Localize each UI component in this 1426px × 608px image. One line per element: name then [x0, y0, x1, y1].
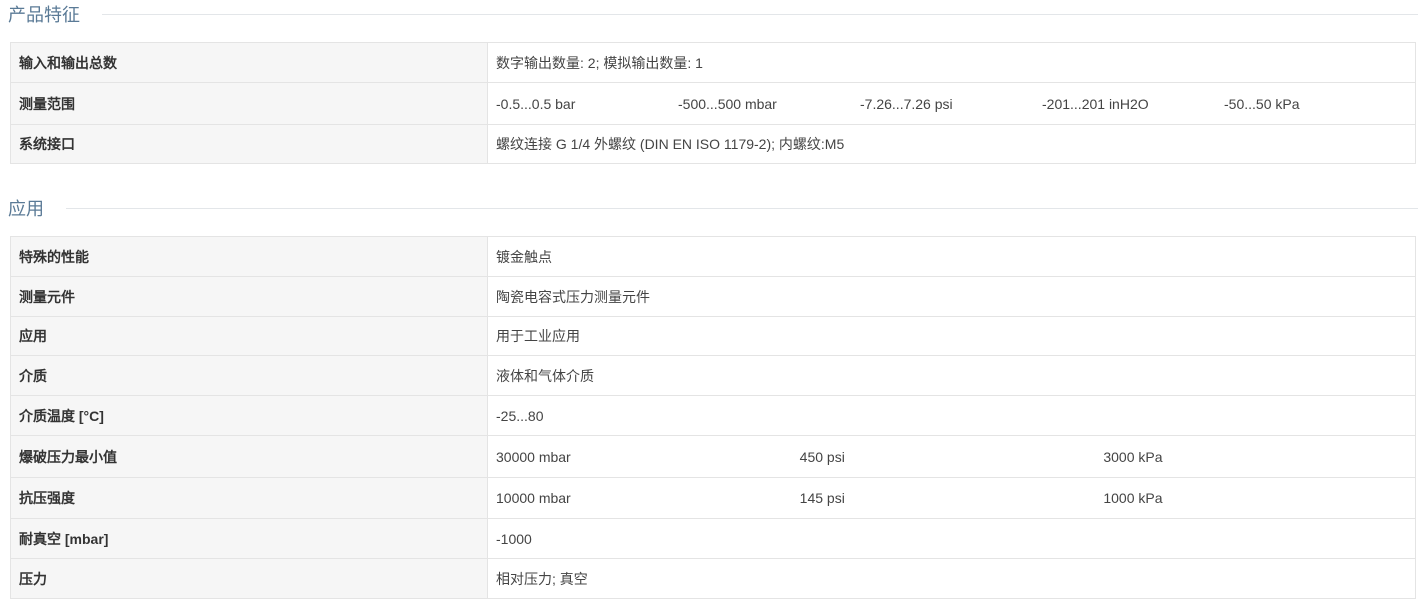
table-row: 测量范围 -0.5...0.5 bar -500...500 mbar -7.2…: [10, 82, 1416, 125]
table-row: 特殊的性能 镀金触点: [10, 236, 1416, 277]
row-label: 系统接口: [10, 124, 488, 164]
measurement-range-kpa: -50...50 kPa: [1224, 95, 1300, 112]
compressive-strength-psi: 145 psi: [799, 490, 845, 506]
section-title: 应用: [8, 199, 44, 219]
row-label: 耐真空 [mbar]: [10, 518, 488, 559]
measurement-range-psi: -7.26...7.26 psi: [860, 95, 953, 112]
row-label: 抗压强度: [10, 477, 488, 519]
row-value-multi: 10000 mbar 145 psi 1000 kPa: [487, 477, 1416, 519]
row-label: 应用: [10, 316, 488, 356]
table-row: 抗压强度 10000 mbar 145 psi 1000 kPa: [10, 477, 1416, 519]
measurement-range-inh2o: -201...201 inH2O: [1042, 95, 1149, 112]
compressive-strength-kpa: 1000 kPa: [1103, 490, 1163, 506]
section-divider: [66, 207, 1418, 209]
row-value-multi: -0.5...0.5 bar -500...500 mbar -7.26...7…: [487, 82, 1416, 125]
row-value: 陶瓷电容式压力测量元件: [487, 276, 1416, 317]
table-row: 介质 液体和气体介质: [10, 355, 1416, 396]
table-row: 耐真空 [mbar] -1000: [10, 518, 1416, 559]
row-value-multi: 30000 mbar 450 psi 3000 kPa: [487, 435, 1416, 478]
row-label: 测量元件: [10, 276, 488, 317]
table-row: 输入和输出总数 数字输出数量: 2; 模拟输出数量: 1: [10, 42, 1416, 83]
section-divider: [102, 13, 1418, 15]
row-label: 测量范围: [10, 82, 488, 125]
row-value: -25...80: [487, 395, 1416, 436]
spec-table-product-features: 输入和输出总数 数字输出数量: 2; 模拟输出数量: 1 测量范围 -0.5..…: [10, 42, 1416, 164]
table-row: 系统接口 螺纹连接 G 1/4 外螺纹 (DIN EN ISO 1179-2);…: [10, 124, 1416, 164]
measurement-range-bar: -0.5...0.5 bar: [496, 95, 576, 112]
burst-pressure-mbar: 30000 mbar: [496, 448, 571, 465]
table-row: 压力 相对压力; 真空: [10, 558, 1416, 599]
row-value: 数字输出数量: 2; 模拟输出数量: 1: [487, 42, 1416, 83]
table-row: 介质温度 [°C] -25...80: [10, 395, 1416, 436]
row-label: 输入和输出总数: [10, 42, 488, 83]
section-header-application: 应用: [8, 196, 1418, 220]
table-row: 测量元件 陶瓷电容式压力测量元件: [10, 276, 1416, 317]
row-value: 螺纹连接 G 1/4 外螺纹 (DIN EN ISO 1179-2); 内螺纹:…: [487, 124, 1416, 164]
compressive-strength-mbar: 10000 mbar: [496, 490, 571, 506]
measurement-range-mbar: -500...500 mbar: [678, 95, 777, 112]
row-value: 用于工业应用: [487, 316, 1416, 356]
row-value: -1000: [487, 518, 1416, 559]
spec-table-application: 特殊的性能 镀金触点 测量元件 陶瓷电容式压力测量元件 应用 用于工业应用 介质…: [10, 236, 1416, 599]
burst-pressure-kpa: 3000 kPa: [1103, 448, 1163, 465]
row-label: 压力: [10, 558, 488, 599]
row-value: 相对压力; 真空: [487, 558, 1416, 599]
row-value: 镀金触点: [487, 236, 1416, 277]
section-header-product-features: 产品特征: [8, 2, 1418, 26]
row-label: 介质: [10, 355, 488, 396]
row-value: 液体和气体介质: [487, 355, 1416, 396]
row-label: 爆破压力最小值: [10, 435, 488, 478]
table-row: 应用 用于工业应用: [10, 316, 1416, 356]
row-label: 特殊的性能: [10, 236, 488, 277]
section-title: 产品特征: [8, 5, 80, 25]
table-row: 爆破压力最小值 30000 mbar 450 psi 3000 kPa: [10, 435, 1416, 478]
burst-pressure-psi: 450 psi: [799, 448, 845, 465]
row-label: 介质温度 [°C]: [10, 395, 488, 436]
